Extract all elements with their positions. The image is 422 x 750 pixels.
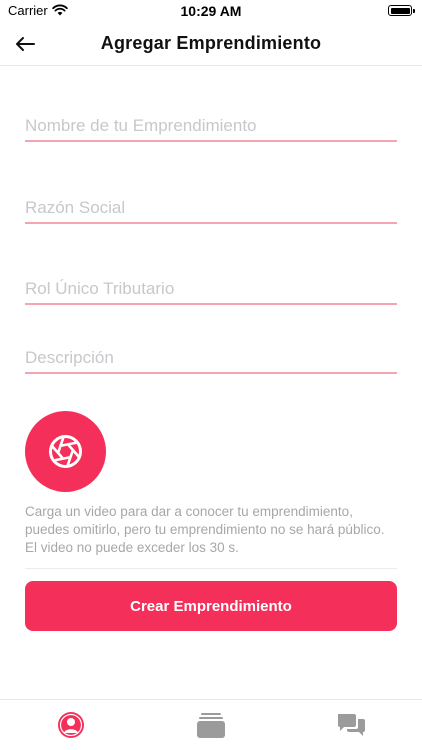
tab-bar xyxy=(0,699,422,750)
create-venture-button[interactable]: Crear Emprendimiento xyxy=(25,581,397,631)
business-name-input[interactable] xyxy=(25,196,397,224)
upload-video-button[interactable] xyxy=(25,411,106,492)
rut-input[interactable] xyxy=(25,277,397,305)
tab-profile[interactable] xyxy=(56,710,86,740)
navigation-bar: Agregar Emprendimiento xyxy=(0,22,422,66)
description-input[interactable] xyxy=(25,346,397,374)
video-helper-text: Carga un video para dar a conocer tu emp… xyxy=(25,504,385,555)
battery-icon xyxy=(388,5,415,16)
status-bar: Carrier 10:29 AM xyxy=(0,0,422,22)
cards-stack-icon xyxy=(197,713,225,738)
status-time: 10:29 AM xyxy=(180,3,242,19)
camera-aperture-icon xyxy=(49,435,82,468)
page-title: Agregar Emprendimiento xyxy=(100,33,322,53)
venture-name-input[interactable] xyxy=(25,114,397,142)
tab-messages[interactable] xyxy=(336,710,366,740)
profile-icon xyxy=(58,712,84,738)
tab-catalog[interactable] xyxy=(196,710,226,740)
chat-bubbles-icon xyxy=(338,714,365,736)
divider xyxy=(25,568,397,569)
